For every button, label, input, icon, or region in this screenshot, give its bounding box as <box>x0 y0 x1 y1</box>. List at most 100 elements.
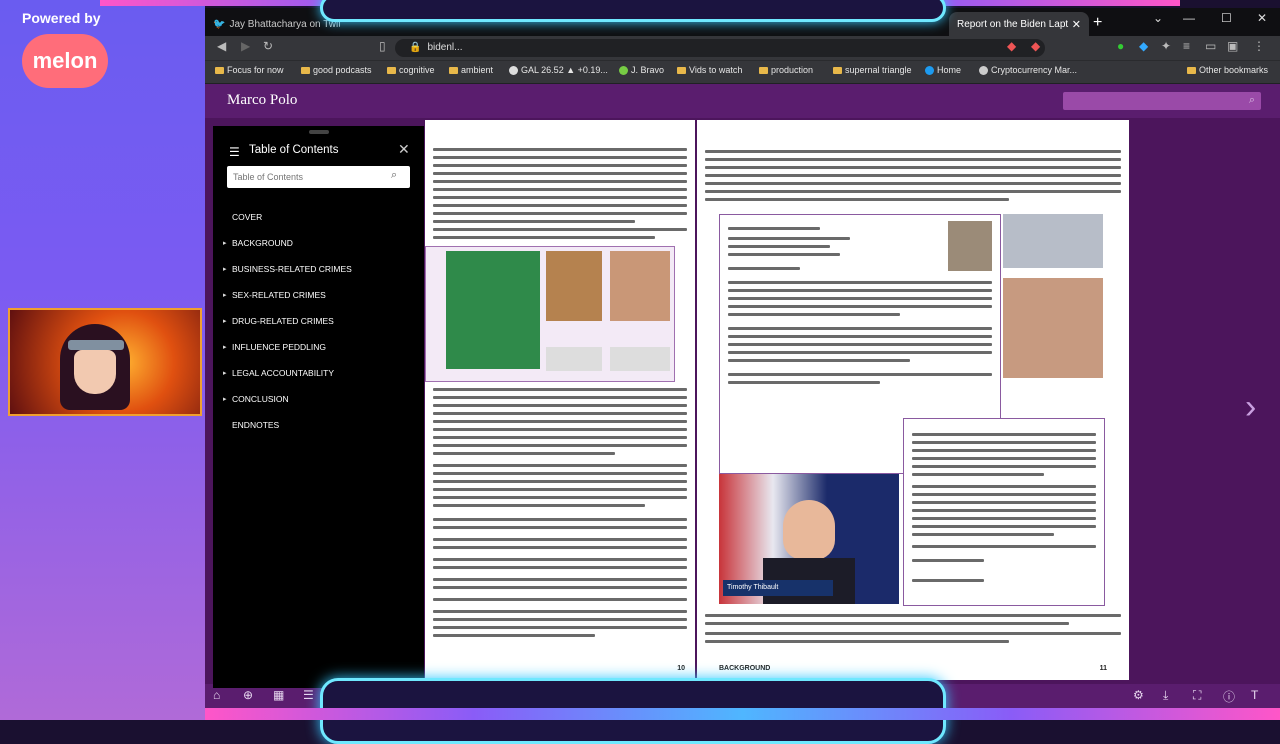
close-icon[interactable]: ✕ <box>398 141 410 158</box>
toc-icon[interactable]: ☰ <box>303 688 314 702</box>
reader-search-input[interactable]: ⌕ <box>1063 92 1261 110</box>
toc-item-drug[interactable]: ▸ DRUG-RELATED CRIMES <box>223 316 334 326</box>
section-label: BACKGROUND <box>719 665 771 672</box>
profile-icon[interactable]: ▣ <box>1227 39 1238 53</box>
home-icon[interactable]: ⌂ <box>213 688 220 702</box>
toc-item-endnotes[interactable]: ENDNOTES <box>223 420 279 430</box>
bookmark-label: Cryptocurrency Mar... <box>991 65 1078 75</box>
reader-header: Marco Polo ⌕ <box>205 84 1280 118</box>
folder-icon <box>215 66 224 74</box>
toc-item-influence[interactable]: ▸ INFLUENCE PEDDLING <box>223 342 326 352</box>
folder-icon <box>759 66 768 74</box>
bookmark-icon[interactable]: ▯ <box>379 39 386 53</box>
marco-polo-logo: Marco Polo <box>227 92 298 108</box>
webcam-avatar <box>8 308 202 416</box>
new-tab-button[interactable]: + <box>1093 14 1102 32</box>
forward-icon[interactable]: ▶ <box>241 39 250 53</box>
bookmark-label: good podcasts <box>313 65 372 75</box>
bookmark-item[interactable]: J. Bravo <box>619 65 664 75</box>
tab-report[interactable]: Report on the Biden Lapt ✕ <box>949 12 1089 36</box>
bookmark-item[interactable]: production <box>759 65 813 75</box>
toc-item-sex[interactable]: ▸ SEX-RELATED CRIMES <box>223 290 326 300</box>
share-icon[interactable]: ⚙ <box>1133 688 1144 702</box>
agent-photo-2 <box>1003 278 1103 378</box>
toc-item-cover[interactable]: COVER <box>223 212 262 222</box>
bookmark-label: ambient <box>461 65 494 75</box>
toc-item-label: CONCLUSION <box>232 394 289 404</box>
page-number: 11 <box>1099 665 1107 672</box>
sidebar-icon[interactable]: ▭ <box>1205 39 1216 53</box>
extension-icon[interactable]: ◆ <box>1007 39 1016 53</box>
next-page-arrow-icon[interactable]: › <box>1245 388 1256 427</box>
chevron-right-icon: ▸ <box>223 292 227 299</box>
extension-icon[interactable]: ◆ <box>1139 39 1148 53</box>
bookmark-label: cognitive <box>399 65 435 75</box>
toc-item-label: LEGAL ACCOUNTABILITY <box>232 368 335 378</box>
powered-by-label: Powered by <box>22 10 101 26</box>
bookmark-item[interactable]: Vids to watch <box>677 65 742 75</box>
bookmark-item[interactable]: Cryptocurrency Mar... <box>979 65 1077 75</box>
toc-item-label: COVER <box>232 212 263 222</box>
search-icon: ⌕ <box>1248 94 1255 106</box>
list-icon: ☰ <box>229 145 240 159</box>
chevron-down-icon[interactable]: ⌄ <box>1153 11 1163 25</box>
folder-icon <box>387 66 396 74</box>
toc-search-input[interactable] <box>227 166 410 188</box>
bookmark-item[interactable]: Other bookmarks <box>1187 65 1268 75</box>
folder-icon <box>449 66 458 74</box>
toc-item-label: ENDNOTES <box>232 420 280 430</box>
grid-icon[interactable]: ▦ <box>273 688 284 702</box>
toc-item-label: SEX-RELATED CRIMES <box>232 290 326 300</box>
browser-window: 🐦 Jay Bhattacharya on Twitter: Report on… <box>205 8 1280 708</box>
toc-title: Table of Contents <box>249 144 339 156</box>
bookmark-label: supernal triangle <box>845 65 912 75</box>
lock-icon: 🔒 <box>409 42 422 53</box>
tab-label: Report on the Biden Lapt <box>957 18 1069 30</box>
thibault-photo: Timothy Thibault <box>719 474 899 604</box>
bookmark-item[interactable]: Focus for now <box>215 65 284 75</box>
info-icon[interactable]: ⓘ <box>1223 688 1235 705</box>
reading-list-icon[interactable]: ≡ <box>1183 39 1190 53</box>
bookmark-item[interactable]: Home <box>925 65 961 75</box>
bookmark-item[interactable]: cognitive <box>387 65 435 75</box>
folder-icon <box>677 66 686 74</box>
tab-twitter[interactable]: 🐦 Jay Bhattacharya on Twitter: <box>205 12 340 36</box>
bookmark-item[interactable]: supernal triangle <box>833 65 912 75</box>
chevron-right-icon: ▸ <box>223 318 227 325</box>
close-window-button[interactable]: ✕ <box>1257 11 1267 25</box>
ticker-icon <box>509 65 518 75</box>
document-page-right: Timothy Thibault BACKGROUND 11 <box>697 120 1129 680</box>
toc-item-background[interactable]: ▸ BACKGROUND <box>223 238 293 248</box>
puzzle-icon[interactable]: ✦ <box>1161 39 1171 53</box>
page-number: 10 <box>677 665 685 672</box>
site-icon <box>979 65 988 75</box>
bookmark-item[interactable]: ambient <box>449 65 493 75</box>
zoom-icon[interactable]: ⊕ <box>243 688 253 702</box>
maximize-button[interactable]: ☐ <box>1221 11 1232 25</box>
bookmark-label: J. Bravo <box>631 65 665 75</box>
download-icon[interactable]: ⤓ <box>1163 688 1168 703</box>
extension-icon[interactable]: ● <box>1117 39 1124 53</box>
drag-handle[interactable] <box>309 130 329 134</box>
menu-icon[interactable]: ⋮ <box>1253 39 1265 53</box>
chevron-right-icon: ▸ <box>223 266 227 273</box>
toc-item-legal[interactable]: ▸ LEGAL ACCOUNTABILITY <box>223 368 334 378</box>
bookmark-label: Focus for now <box>227 65 284 75</box>
search-icon[interactable]: ⌕ <box>391 169 397 182</box>
toc-item-business[interactable]: ▸ BUSINESS-RELATED CRIMES <box>223 264 352 274</box>
neon-strip-bottom <box>205 708 1280 720</box>
document-page-left: 10 <box>425 120 695 680</box>
bookmark-item[interactable]: GAL 26.52 ▲ +0.19... <box>509 65 608 75</box>
back-icon[interactable]: ◀ <box>217 39 226 53</box>
toc-item-conclusion[interactable]: ▸ CONCLUSION <box>223 394 289 404</box>
bookmarks-bar: Focus for now good podcasts cognitive am… <box>205 60 1280 83</box>
bookmark-item[interactable]: good podcasts <box>301 65 372 75</box>
minimize-button[interactable]: — <box>1183 11 1195 25</box>
close-tab-icon[interactable]: ✕ <box>1072 18 1081 31</box>
fullscreen-icon[interactable]: ⛶ <box>1193 688 1201 703</box>
address-bar[interactable]: 🔒 bidenl... <box>395 39 1045 57</box>
reload-icon[interactable]: ↻ <box>263 39 273 53</box>
folder-icon <box>1187 66 1196 74</box>
extension-icon[interactable]: ◆ <box>1031 39 1040 53</box>
text-icon[interactable]: T <box>1251 688 1258 702</box>
